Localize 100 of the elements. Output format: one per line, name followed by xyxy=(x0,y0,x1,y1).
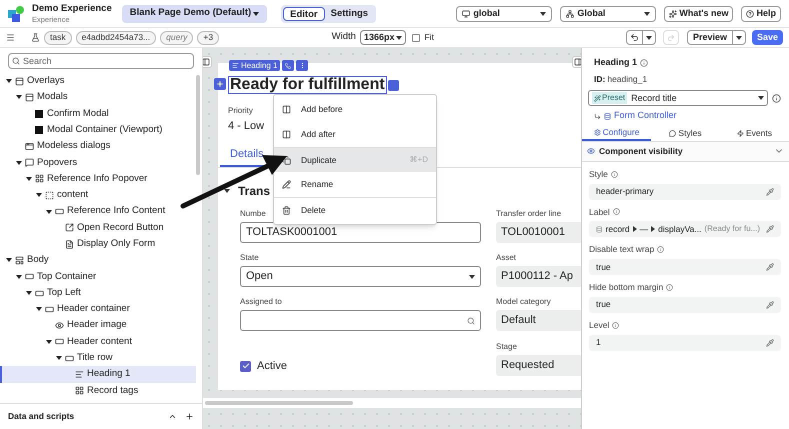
picker-icon[interactable] xyxy=(766,338,774,346)
inspector-tab[interactable]: Styles xyxy=(651,126,720,141)
property-field[interactable]: true xyxy=(589,296,781,313)
tree-item[interactable]: Overlays xyxy=(0,73,196,90)
tree-item[interactable]: Header container xyxy=(0,301,196,318)
tree-item[interactable]: Display Only Form xyxy=(0,236,196,252)
database-icon xyxy=(596,226,603,233)
property-field[interactable]: record — displayVa... (Ready for fu...) xyxy=(589,221,781,238)
tree-item[interactable]: Reference Info Content xyxy=(0,203,196,220)
info-icon[interactable] xyxy=(657,246,664,254)
preset-select[interactable]: Preset Record title xyxy=(588,90,768,106)
search-icon xyxy=(12,57,20,65)
field-label: Transfer order line xyxy=(496,208,562,220)
panel-icon xyxy=(574,58,581,66)
menu-icon[interactable] xyxy=(6,33,15,42)
overlay-icon xyxy=(25,92,34,102)
width-select[interactable]: 1366px xyxy=(360,30,406,45)
param-chip[interactable]: query xyxy=(160,30,194,44)
select-field[interactable]: Open xyxy=(240,266,481,287)
property-value: header-primary xyxy=(596,185,654,198)
lookup-field[interactable] xyxy=(240,310,481,331)
tree-item[interactable]: Popovers xyxy=(0,154,196,171)
info-icon[interactable] xyxy=(666,284,674,291)
picker-icon[interactable] xyxy=(766,225,774,234)
menu-item[interactable]: Add after xyxy=(274,122,436,147)
tree-item[interactable]: Open Record Button xyxy=(0,220,196,236)
scope-select[interactable]: global xyxy=(456,6,552,22)
tree-item[interactable]: Body xyxy=(0,252,196,269)
collapse-panel-button[interactable] xyxy=(203,56,212,68)
popover-icon xyxy=(25,158,34,168)
picker-icon[interactable] xyxy=(766,263,774,271)
caret-icon xyxy=(651,226,656,232)
picker-icon[interactable] xyxy=(766,188,774,196)
monitor-icon xyxy=(462,10,470,18)
tree-item[interactable]: Record tags xyxy=(0,382,196,399)
menu-item[interactable]: Duplicate ⌘+D xyxy=(274,147,436,172)
property-label: Label xyxy=(589,206,610,218)
property-field[interactable]: true xyxy=(589,259,781,275)
checkbox[interactable] xyxy=(240,360,251,372)
search-field[interactable]: Search xyxy=(8,53,194,69)
param-chip[interactable]: e4adbd2454a73... xyxy=(76,30,156,44)
caret-icon xyxy=(469,274,475,278)
mode-tab[interactable]: Editor xyxy=(283,6,325,20)
branch-icon xyxy=(594,112,601,120)
info-icon[interactable] xyxy=(612,322,620,329)
property-field[interactable]: 1 xyxy=(589,334,781,350)
undo-icon[interactable] xyxy=(630,33,639,42)
mode-tab[interactable]: Settings xyxy=(324,6,374,20)
inspector-tab[interactable]: Events xyxy=(720,126,789,141)
tree-item[interactable]: Top Left xyxy=(0,284,196,302)
property-field[interactable]: header-primary xyxy=(589,184,781,200)
tree-item[interactable]: Title row xyxy=(0,350,196,366)
tree-item[interactable]: Header content xyxy=(0,334,196,350)
tree-item[interactable]: Modal Container (Viewport) xyxy=(0,122,196,138)
param-chip[interactable]: +3 xyxy=(197,30,220,44)
image-icon xyxy=(55,321,64,330)
info-icon[interactable] xyxy=(772,94,781,103)
square-icon xyxy=(35,110,43,118)
section-header[interactable]: Component visibility xyxy=(582,142,789,162)
tree-item[interactable]: Modeless dialogs xyxy=(0,138,196,154)
collapse-panel-button[interactable] xyxy=(572,56,581,68)
wand-icon xyxy=(594,94,601,102)
save-button[interactable]: Save xyxy=(752,30,783,45)
selection-tag[interactable]: Heading 1 xyxy=(229,60,280,71)
page-select[interactable]: Blank Page Demo (Default) xyxy=(122,4,268,22)
add-icon[interactable] xyxy=(185,412,194,421)
tree-item[interactable]: Reference Info Popover xyxy=(0,170,196,188)
menu-item[interactable]: Rename xyxy=(274,172,436,197)
heading-icon xyxy=(232,62,239,69)
action-button[interactable] xyxy=(282,60,294,71)
fit-checkbox[interactable] xyxy=(412,34,420,42)
menu-item[interactable]: Delete xyxy=(274,197,436,222)
picker-icon[interactable] xyxy=(766,300,774,309)
tree-item[interactable]: Confirm Modal xyxy=(0,106,196,122)
scope-select[interactable]: Global xyxy=(560,6,656,22)
menu-item[interactable]: Add before xyxy=(274,97,436,122)
header-button[interactable]: What's new xyxy=(664,6,734,22)
controller-link[interactable]: Form Controller xyxy=(614,109,677,123)
collapse-icon[interactable] xyxy=(168,412,177,421)
tree-item[interactable]: Top Container xyxy=(0,268,196,285)
scrollbar-thumb[interactable] xyxy=(205,401,353,405)
database-icon xyxy=(604,112,611,120)
info-icon[interactable] xyxy=(612,208,620,216)
field-value: 4 - Low xyxy=(228,119,264,134)
tree-item[interactable]: content xyxy=(0,187,196,204)
path-text: record xyxy=(606,222,630,236)
add-button[interactable] xyxy=(214,78,226,90)
scrollbar-thumb[interactable] xyxy=(196,75,200,175)
page-heading[interactable]: Ready for fulfillment xyxy=(228,76,387,94)
param-chip[interactable]: task xyxy=(44,30,72,44)
tree-item[interactable]: Heading 1 xyxy=(0,366,196,383)
tree-item[interactable]: Modals xyxy=(0,89,196,106)
more-button[interactable] xyxy=(296,60,308,71)
info-icon[interactable] xyxy=(610,170,618,178)
header-button[interactable]: Help xyxy=(741,6,781,22)
info-icon[interactable] xyxy=(640,58,648,67)
insert-handle[interactable] xyxy=(388,80,399,90)
flask-icon[interactable] xyxy=(31,33,40,42)
tree-item[interactable]: Header image xyxy=(0,317,196,334)
bubble-icon xyxy=(669,130,676,137)
